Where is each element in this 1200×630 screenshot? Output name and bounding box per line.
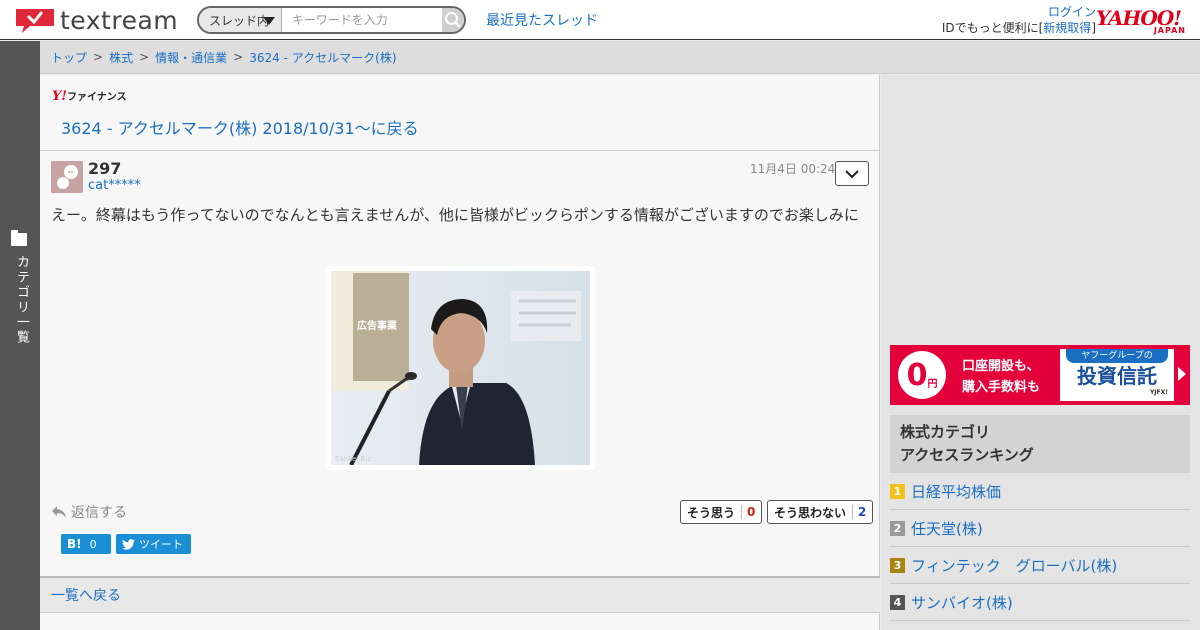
banner-zero: 0 bbox=[906, 357, 928, 393]
back-to-list-bar: 一覧へ戻る bbox=[40, 576, 880, 613]
post-number[interactable]: 297 bbox=[88, 159, 121, 178]
post-image[interactable]: 広告事業 Sankei Biz bbox=[326, 266, 595, 470]
photo-illustration bbox=[331, 271, 590, 465]
reply-icon bbox=[52, 506, 66, 518]
post-body: えー。終幕はもう作ってないのでなんとも言えませんが、他に皆様がビックらポンする情… bbox=[51, 206, 859, 224]
chat-bubble-icon bbox=[14, 6, 56, 34]
search-icon bbox=[444, 12, 461, 28]
chevron-down-icon bbox=[845, 169, 859, 178]
post-menu-button[interactable] bbox=[835, 161, 869, 186]
ranking-item[interactable]: 1 日経平均株価 bbox=[890, 473, 1190, 510]
back-to-thread-link[interactable]: 3624 - アクセルマーク(株) 2018/10/31〜に戻る bbox=[61, 115, 419, 139]
yahoo-word: YAHOO! bbox=[1096, 6, 1182, 30]
hatena-bookmark-button[interactable]: B! 0 bbox=[61, 534, 111, 554]
login-link[interactable]: ログイン bbox=[1048, 5, 1096, 19]
banner-box-mid: 投資信託 bbox=[1077, 364, 1157, 388]
breadcrumb-sep: > bbox=[139, 50, 150, 64]
disagree-button[interactable]: そう思わない 2 bbox=[767, 500, 874, 524]
ranking-title-line2: アクセスランキング bbox=[900, 446, 1034, 464]
breadcrumb-top[interactable]: トップ bbox=[51, 49, 87, 66]
yahoo-finance-logo[interactable]: Y! ファイナンス bbox=[52, 88, 127, 104]
yf-logo-text: ファイナンス bbox=[67, 92, 127, 103]
banner-zero-yen: 0円 bbox=[898, 351, 946, 399]
ranking-title-line1: 株式カテゴリ bbox=[900, 423, 991, 441]
search-input[interactable] bbox=[281, 8, 442, 32]
twitter-bird-icon bbox=[122, 538, 135, 550]
rank-badge: 2 bbox=[890, 520, 905, 536]
banner-line1: 口座開設も、 bbox=[962, 359, 1040, 374]
ranking-item[interactable]: 3 フィンテック グローバル(株) bbox=[890, 547, 1190, 584]
ranking-item-name: 日経平均株価 bbox=[911, 482, 1002, 501]
search-scope-select[interactable]: スレッド内 bbox=[199, 8, 282, 32]
category-list-tab[interactable]: カテゴリ一覧 bbox=[0, 41, 40, 630]
disagree-label: そう思わない bbox=[774, 505, 847, 520]
disagree-count: 2 bbox=[852, 505, 866, 519]
breadcrumb-sep: > bbox=[93, 50, 104, 64]
banner-yen: 円 bbox=[927, 378, 938, 390]
ranking-item-name: サンバイオ(株) bbox=[911, 593, 1013, 612]
post-date: 11月4日 00:24 bbox=[750, 162, 836, 176]
back-to-list-link[interactable]: 一覧へ戻る bbox=[51, 585, 121, 605]
category-list-label: カテゴリ一覧 bbox=[14, 255, 29, 345]
banner-box-top: ヤフーグループの bbox=[1066, 349, 1168, 363]
main-column: Y! ファイナンス 3624 - アクセルマーク(株) 2018/10/31〜に… bbox=[40, 75, 880, 630]
banner-fund-box: ヤフーグループの 投資信託 YJFX! bbox=[1060, 349, 1174, 401]
ranking-item-name: 任天堂(株) bbox=[911, 519, 983, 538]
yf-logo-mark: Y! bbox=[52, 89, 67, 104]
ranking-item[interactable]: 4 サンバイオ(株) bbox=[890, 584, 1190, 621]
breadcrumb-sep: > bbox=[233, 50, 244, 64]
hatena-icon: B! bbox=[67, 537, 82, 551]
recent-threads-link[interactable]: 最近見たスレッド bbox=[486, 10, 598, 30]
post-user-link[interactable]: cat***** bbox=[88, 178, 141, 193]
ranking-header: 株式カテゴリ アクセスランキング bbox=[890, 415, 1190, 473]
avatar-icon bbox=[51, 161, 83, 193]
agree-count: 0 bbox=[741, 505, 755, 519]
right-column: 0円 口座開設も、 購入手数料も ヤフーグループの 投資信託 YJFX! 株式カ… bbox=[881, 75, 1200, 630]
search-button[interactable] bbox=[441, 8, 464, 32]
divider bbox=[40, 150, 880, 151]
tweet-label: ツイート bbox=[139, 538, 183, 551]
rank-badge: 1 bbox=[890, 483, 905, 499]
banner-line2: 購入手数料も bbox=[962, 380, 1041, 395]
ad-banner[interactable]: 0円 口座開設も、 購入手数料も ヤフーグループの 投資信託 YJFX! bbox=[890, 345, 1190, 405]
banner-brand: YJFX! bbox=[1149, 389, 1168, 396]
search-box: スレッド内 bbox=[197, 6, 466, 34]
reply-label: 返信する bbox=[71, 505, 127, 521]
search-scope-label: スレッド内 bbox=[209, 13, 270, 28]
breadcrumb-info-comm[interactable]: 情報・通信業 bbox=[155, 49, 227, 66]
agree-label: そう思う bbox=[687, 505, 736, 520]
folder-icon bbox=[11, 230, 27, 246]
id-prompt-prefix: IDでもっと便利に[ bbox=[941, 21, 1044, 35]
speaker-photo: 広告事業 Sankei Biz bbox=[331, 271, 590, 465]
textream-logo[interactable]: textream bbox=[14, 5, 178, 35]
rank-badge: 3 bbox=[890, 557, 905, 573]
rank-badge: 4 bbox=[890, 594, 905, 610]
caret-down-icon bbox=[262, 17, 275, 25]
header-account: ログイン IDでもっと便利に[新規取得] bbox=[942, 4, 1096, 36]
agree-button[interactable]: そう思う 0 bbox=[680, 500, 763, 524]
signup-link[interactable]: 新規取得 bbox=[1043, 21, 1091, 35]
header: textream スレッド内 最近見たスレッド ログイン IDでもっと便利に[新… bbox=[0, 0, 1200, 40]
logo-text: textream bbox=[60, 5, 179, 35]
breadcrumb-company[interactable]: 3624 - アクセルマーク(株) bbox=[249, 49, 396, 66]
yahoo-japan-logo[interactable]: YAHOO! JAPAN bbox=[1096, 8, 1186, 36]
avatar[interactable] bbox=[51, 161, 83, 193]
photo-caption: Sankei Biz bbox=[335, 455, 371, 463]
arrow-right-icon bbox=[1178, 367, 1186, 381]
reply-button[interactable]: 返信する bbox=[51, 502, 127, 522]
photo-sign-text: 広告事業 bbox=[357, 321, 397, 332]
ranking-item-name: フィンテック グローバル(株) bbox=[911, 556, 1118, 575]
hatena-count: 0 bbox=[89, 537, 97, 551]
breadcrumb: トップ > 株式 > 情報・通信業 > 3624 - アクセルマーク(株) bbox=[40, 41, 1200, 74]
ranking-item[interactable]: 2 任天堂(株) bbox=[890, 510, 1190, 547]
breadcrumb-stocks[interactable]: 株式 bbox=[109, 49, 133, 66]
tweet-button[interactable]: ツイート bbox=[116, 534, 191, 554]
